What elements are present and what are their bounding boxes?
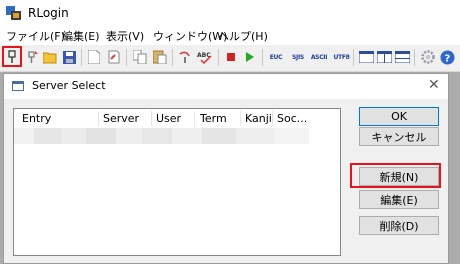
column-divider [240, 111, 241, 126]
column-divider [151, 111, 152, 126]
abc-check-icon: ABC [197, 52, 212, 64]
column-divider [194, 111, 195, 126]
window-layout-2-button[interactable] [375, 48, 393, 66]
menu-edit[interactable]: 編集(E) [62, 28, 100, 44]
euc-button[interactable]: EUC [266, 48, 286, 66]
menu-help[interactable]: ヘルプ(H) [218, 28, 268, 44]
menu-window[interactable]: ウィンドウ(W) [153, 28, 227, 44]
list-header: Entry Server User Term Kanji Soc... [14, 109, 340, 128]
play-icon [246, 52, 254, 62]
help-icon: ? [440, 50, 454, 64]
gear-icon [421, 50, 435, 64]
close-icon[interactable]: ✕ [428, 77, 440, 93]
copy-button[interactable] [131, 48, 149, 66]
app-title: RLogin [28, 6, 69, 20]
menu-view[interactable]: 表示(V) [106, 28, 144, 44]
window-stack-icon [394, 51, 410, 63]
utf8-label: UTF8 [333, 53, 350, 61]
column-server[interactable]: Server [103, 112, 139, 125]
column-user[interactable]: User [156, 112, 181, 125]
window-icon [358, 51, 374, 63]
ascii-button[interactable]: ASCII [308, 48, 330, 66]
toolbar-separator [172, 49, 173, 66]
redacted-cell [86, 128, 116, 144]
toolbar: ABC EUC SJIS ASCII UTF8 ? [0, 45, 460, 72]
server-list[interactable]: Entry Server User Term Kanji Soc... [13, 108, 341, 256]
paste-button[interactable] [151, 48, 169, 66]
plug-arrow-icon [28, 51, 38, 63]
redacted-cell [116, 128, 142, 144]
dialog-title: Server Select [32, 79, 106, 92]
ascii-label: ASCII [310, 53, 328, 61]
menu-file[interactable]: ファイル(F) [6, 28, 65, 44]
save-button[interactable] [60, 48, 78, 66]
stop-icon [227, 53, 235, 61]
open-button[interactable] [41, 48, 59, 66]
undo-button[interactable] [176, 48, 194, 66]
spellcheck-button[interactable]: ABC [196, 48, 214, 66]
sjis-label: SJIS [292, 53, 304, 61]
toolbar-separator [81, 49, 82, 66]
new-document-button[interactable] [85, 48, 103, 66]
reconnect-button[interactable] [23, 48, 41, 66]
menu-bar: ファイル(F) 編集(E) 表示(V) ウィンドウ(W) ヘルプ(H) [0, 26, 460, 45]
paste-icon [153, 50, 167, 64]
utf8-button[interactable]: UTF8 [331, 48, 352, 66]
column-kanji[interactable]: Kanji [245, 112, 272, 125]
redacted-cell [14, 128, 34, 144]
ok-button[interactable]: OK [359, 107, 439, 126]
column-term[interactable]: Term [200, 112, 227, 125]
toolbar-separator [414, 49, 415, 66]
copy-icon [133, 50, 147, 64]
page-icon [88, 50, 100, 64]
redacted-cell [172, 128, 202, 144]
redacted-cell [202, 128, 236, 144]
stop-button[interactable] [222, 48, 240, 66]
redacted-cell [274, 128, 309, 144]
column-socket[interactable]: Soc... [277, 112, 307, 125]
window-layout-1-button[interactable] [357, 48, 375, 66]
script-button[interactable] [105, 48, 123, 66]
title-bar: RLogin [0, 0, 460, 26]
toolbar-separator [126, 49, 127, 66]
settings-button[interactable] [419, 48, 437, 66]
column-divider [98, 111, 99, 126]
connect-button-highlight [2, 46, 22, 67]
redacted-cell [236, 128, 274, 144]
column-entry[interactable]: Entry [22, 112, 51, 125]
script-icon [108, 50, 120, 64]
dialog-title-bar: Server Select ✕ [4, 74, 448, 99]
folder-icon [42, 52, 56, 63]
curl-arrow-icon [179, 51, 190, 63]
cancel-button[interactable]: キャンセル [359, 127, 439, 146]
toolbar-separator [218, 49, 219, 66]
new-button-highlight [350, 163, 441, 188]
redacted-cell [142, 128, 172, 144]
rlogin-window: RLogin ファイル(F) 編集(E) 表示(V) ウィンドウ(W) ヘルプ(… [0, 0, 460, 264]
redacted-cell [34, 128, 62, 144]
toolbar-separator [262, 49, 263, 66]
svg-text:?: ? [444, 53, 450, 64]
play-button[interactable] [241, 48, 259, 66]
toolbar-separator [353, 49, 354, 66]
dialog-window-icon [12, 81, 24, 91]
edit-button[interactable]: 編集(E) [359, 190, 439, 209]
list-item[interactable] [14, 128, 309, 144]
sjis-button[interactable]: SJIS [288, 48, 308, 66]
floppy-icon [62, 50, 76, 64]
window-layout-3-button[interactable] [393, 48, 411, 66]
delete-button[interactable]: 削除(D) [359, 216, 439, 235]
window-split-icon [376, 51, 392, 63]
rlogin-app-icon [6, 6, 21, 20]
redacted-cell [62, 128, 86, 144]
euc-label: EUC [269, 53, 283, 61]
help-button[interactable]: ? [438, 48, 456, 66]
column-divider [272, 111, 273, 126]
